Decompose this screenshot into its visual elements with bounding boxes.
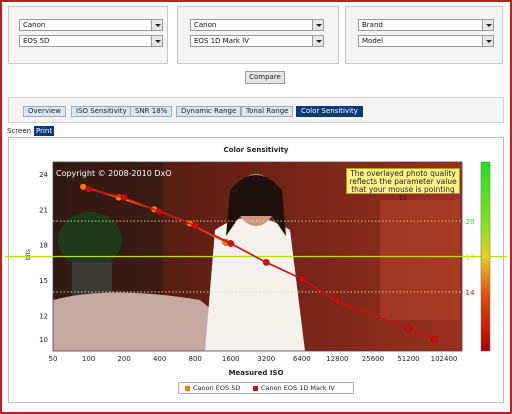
color-sensitivity-chart[interactable]: Copyright © 2008-2010 DxO 10 12 15 18 21 24 5…: [0, 0, 512, 414]
x-tick-label: 51200: [397, 355, 419, 363]
series-canon-eos-1d-mark-iv-point: [333, 297, 341, 305]
series-canon-eos-1d-mark-iv-point: [85, 185, 92, 193]
legend-swatch-2: [253, 386, 258, 391]
y-tick-label: 10: [39, 336, 48, 344]
legend-label-2: Canon EOS 1D Mark IV: [261, 384, 335, 392]
x-tick-label: 50: [49, 355, 58, 363]
chart-legend: Canon EOS 5D Canon EOS 1D Mark IV: [178, 382, 354, 394]
scale-label: 17: [466, 254, 475, 262]
scale-label: 14: [466, 289, 475, 297]
x-tick-label: 200: [117, 355, 130, 363]
y-tick-label: 12: [39, 313, 48, 321]
x-axis-ticks: 50 100 200 400 800 1600 3200 6400 12800 25600 5120…: [49, 355, 458, 363]
x-tick-label: 102400: [431, 355, 458, 363]
x-tick-label: 800: [189, 355, 202, 363]
y-tick-label: 18: [39, 242, 48, 250]
x-tick-label: 1600: [222, 355, 240, 363]
x-tick-label: 400: [153, 355, 166, 363]
quality-scale-bar: [480, 161, 491, 352]
series-canon-eos-1d-mark-iv-point: [262, 259, 270, 266]
scale-label: 20: [466, 218, 475, 226]
y-axis-ticks: 10 12 15 18 21 24: [39, 171, 48, 344]
y-axis-label: bits: [25, 249, 32, 260]
scale-labels: 20 17 14: [466, 218, 475, 297]
y-tick-label: 15: [39, 277, 48, 285]
series-canon-eos-1d-mark-iv-point: [298, 275, 306, 283]
series-canon-eos-1d-mark-iv-point: [191, 222, 199, 230]
series-canon-eos-1d-mark-iv-point: [227, 240, 235, 247]
x-tick-label: 6400: [293, 355, 311, 363]
legend-label-1: Canon EOS 5D: [193, 384, 241, 392]
y-tick-label: 24: [39, 171, 48, 179]
series-canon-eos-1d-mark-iv-point: [405, 325, 412, 332]
series-canon-eos-1d-mark-iv-point: [156, 208, 164, 216]
x-tick-label: 25600: [362, 355, 384, 363]
y-tick-label: 21: [39, 206, 48, 214]
series-canon-eos-1d-mark-iv-point: [120, 194, 128, 201]
x-axis-label: Measured ISO: [228, 369, 284, 377]
legend-swatch-1: [185, 386, 190, 391]
overlay-tooltip: The overlayed photo quality reflects the…: [346, 168, 460, 202]
x-tick-label: 100: [82, 355, 95, 363]
x-tick-label: 12800: [326, 355, 348, 363]
photo-copyright: Copyright © 2008-2010 DxO: [56, 169, 172, 178]
series-canon-eos-1d-mark-iv-point: [431, 335, 438, 343]
x-tick-label: 3200: [257, 355, 275, 363]
